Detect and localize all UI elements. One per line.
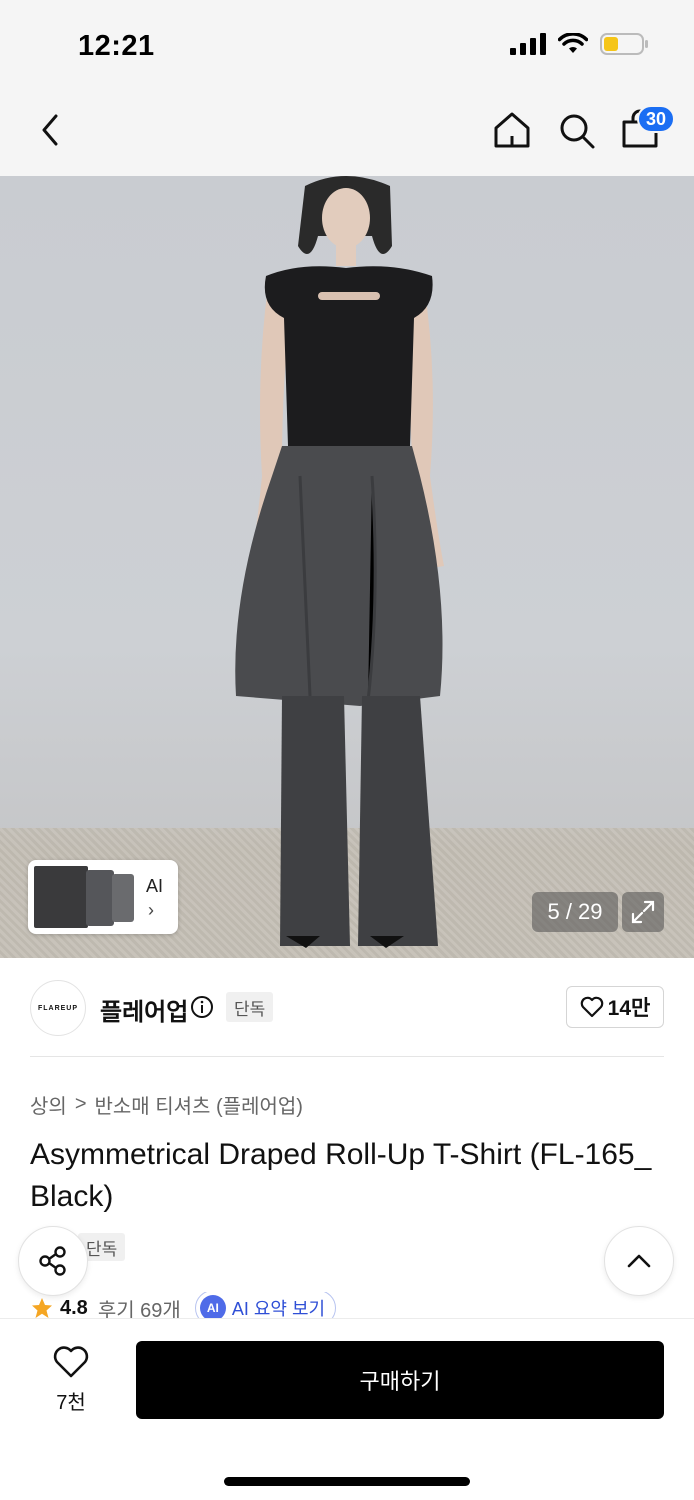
battery-icon <box>600 33 648 55</box>
brand-name[interactable]: 플레어업 <box>100 992 188 1027</box>
breadcrumb-category[interactable]: 상의 <box>30 1090 67 1119</box>
expand-icon <box>631 900 655 924</box>
buy-button[interactable]: 구매하기 <box>136 1341 664 1419</box>
back-icon[interactable] <box>32 110 72 150</box>
home-icon[interactable] <box>490 108 534 152</box>
info-icon[interactable] <box>190 995 214 1019</box>
scroll-top-button[interactable] <box>604 1226 674 1296</box>
wishlist-button[interactable]: 7천 <box>40 1345 102 1415</box>
ai-label: AI <box>146 876 164 896</box>
brand-row: FLAREUP 플레어업 단독 14만 <box>0 958 694 1058</box>
status-bar: 12:21 <box>0 0 694 92</box>
home-indicator <box>224 1477 470 1486</box>
brand-logo[interactable]: FLAREUP <box>30 980 86 1036</box>
expand-button[interactable] <box>622 892 664 932</box>
status-time: 12:21 <box>78 30 155 62</box>
thumbnail-image <box>32 864 90 930</box>
brand-like-count: 14만 <box>607 997 651 1020</box>
breadcrumb: 상의 > 반소매 티셔츠 (플레어업) <box>30 1090 303 1119</box>
chevron-up-icon <box>627 1254 651 1268</box>
bottom-action-bar: 7천 구매하기 <box>0 1318 694 1500</box>
chevron-right-icon: › <box>148 900 154 920</box>
image-page-counter: 5 / 29 <box>532 892 618 932</box>
product-image[interactable]: AI › 5 / 29 <box>0 176 694 958</box>
heart-icon <box>53 1346 89 1378</box>
wifi-icon <box>558 33 588 53</box>
cart-count-badge: 30 <box>637 105 675 133</box>
model-figure <box>235 176 444 948</box>
thumbnail-image <box>112 874 134 922</box>
breadcrumb-separator: > <box>74 1093 87 1115</box>
share-button[interactable] <box>18 1226 88 1296</box>
thumbnail-image <box>86 870 114 926</box>
status-icons <box>510 32 650 56</box>
signal-icon <box>510 33 546 55</box>
rating-value: 4.8 <box>60 1296 88 1319</box>
ai-similar-thumbnail[interactable]: AI › <box>28 860 178 934</box>
search-icon[interactable] <box>556 110 598 152</box>
product-title: Asymmetrical Draped Roll-Up T-Shirt (FL-… <box>30 1138 652 1213</box>
share-icon <box>39 1246 66 1276</box>
breadcrumb-subcategory[interactable]: 반소매 티셔츠 (플레어업) <box>95 1090 303 1119</box>
exclusive-badge: 단독 <box>226 992 274 1022</box>
heart-icon <box>580 996 603 1018</box>
brand-like-button[interactable]: 14만 <box>566 986 664 1028</box>
divider <box>30 1056 664 1057</box>
wishlist-count: 7천 <box>56 1392 86 1414</box>
nav-bar <box>0 92 694 176</box>
star-icon <box>32 1298 52 1318</box>
